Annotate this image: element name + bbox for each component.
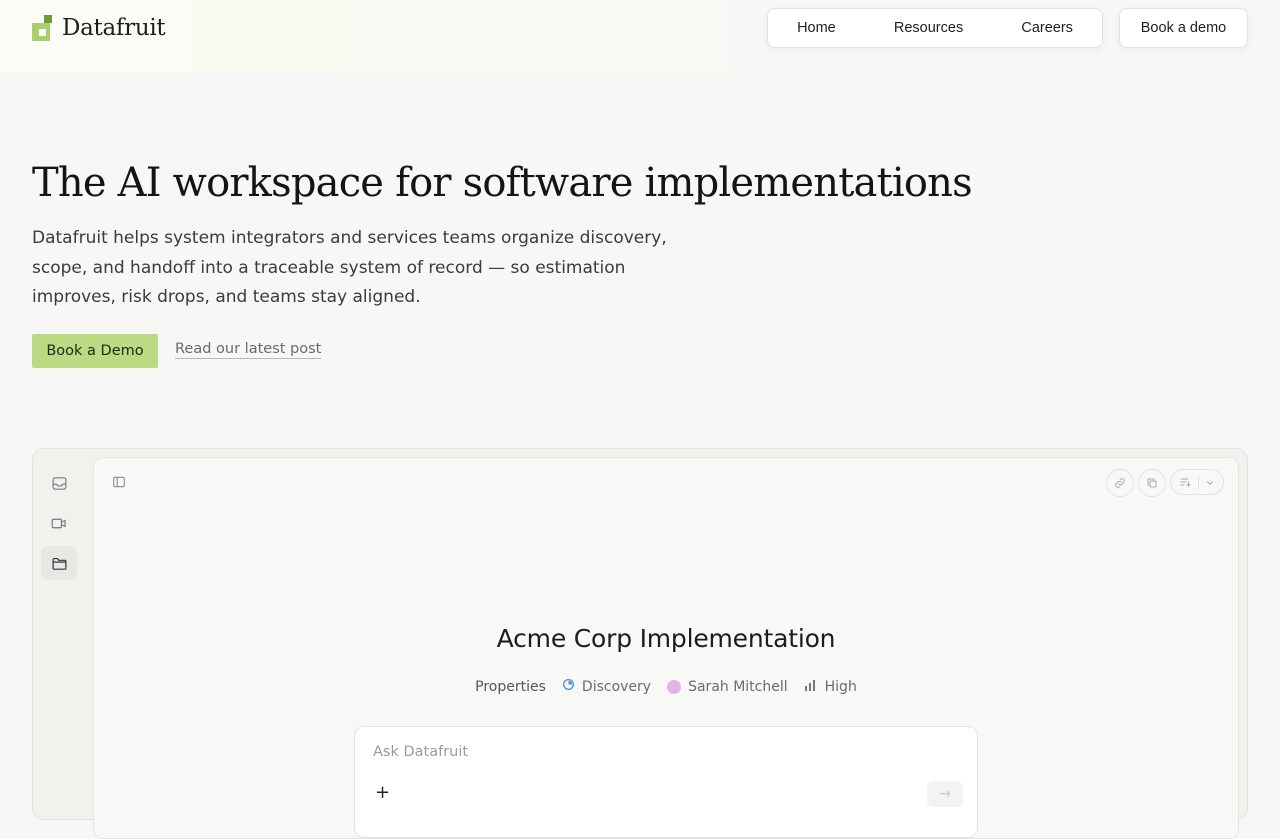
project-properties: Properties Discovery Sarah Mitchell High — [94, 678, 1238, 695]
brand-logo[interactable]: Datafruit — [32, 14, 166, 42]
nav-home[interactable]: Home — [787, 14, 846, 42]
priority-value: High — [824, 678, 857, 695]
project-title: Acme Corp Implementation — [496, 624, 836, 653]
properties-label[interactable]: Properties — [475, 679, 546, 695]
book-demo-button[interactable]: Book a demo — [1119, 8, 1248, 48]
folder-icon[interactable] — [41, 546, 77, 580]
main-nav: Home Resources Careers — [767, 8, 1103, 48]
list-filter-icon — [1179, 473, 1192, 492]
nav-careers[interactable]: Careers — [1011, 14, 1083, 42]
ask-box: + → — [354, 726, 978, 838]
link-icon[interactable] — [1106, 469, 1134, 497]
latest-post-link[interactable]: Read our latest post — [175, 341, 322, 359]
brand-name: Datafruit — [62, 15, 166, 41]
logo-icon — [32, 15, 54, 41]
inbox-icon[interactable] — [41, 466, 77, 500]
nav-resources[interactable]: Resources — [884, 14, 973, 42]
status-value: Discovery — [581, 678, 652, 695]
signal-bars-icon — [804, 679, 818, 695]
app-preview: Acme Corp Implementation Properties Disc… — [32, 448, 1248, 839]
project-panel: Acme Corp Implementation Properties Disc… — [93, 457, 1239, 839]
hero-title: The AI workspace for software implementa… — [32, 160, 973, 206]
priority-property[interactable]: High — [804, 679, 857, 695]
status-property[interactable]: Discovery — [562, 678, 651, 695]
avatar — [667, 679, 682, 694]
send-arrow-icon[interactable]: → — [927, 781, 963, 807]
video-icon[interactable] — [41, 506, 77, 540]
ask-input[interactable] — [371, 743, 875, 761]
hero-description: Datafruit helps system integrators and s… — [32, 228, 667, 307]
view-menu[interactable] — [1170, 469, 1224, 495]
copy-icon[interactable] — [1138, 469, 1166, 497]
assignee-value: Sarah Mitchell — [688, 678, 788, 695]
sidebar-toggle-icon[interactable] — [112, 474, 128, 490]
progress-pie-icon — [562, 678, 575, 695]
book-a-demo-cta[interactable]: Book a Demo — [32, 334, 158, 368]
assignee-property[interactable]: Sarah Mitchell — [667, 679, 788, 695]
chevron-down-icon — [1205, 473, 1215, 492]
